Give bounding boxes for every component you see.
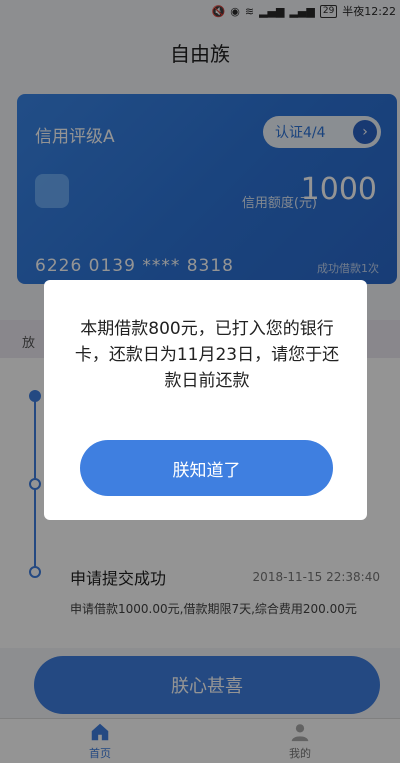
dialog-confirm-button[interactable]: 朕知道了 xyxy=(80,440,333,496)
dialog-message: 本期借款800元，已打入您的银行卡，还款日为11月23日，请您于还款日前还款 xyxy=(74,319,340,391)
notice-dialog: 本期借款800元，已打入您的银行卡，还款日为11月23日，请您于还款日前还款 朕… xyxy=(44,280,367,520)
app-screen: 🔇 ◉ ≋ ▂▄▆ ▂▄▆ 29 半夜12:22 自由族 信用评级A 认证4/4… xyxy=(0,0,400,763)
